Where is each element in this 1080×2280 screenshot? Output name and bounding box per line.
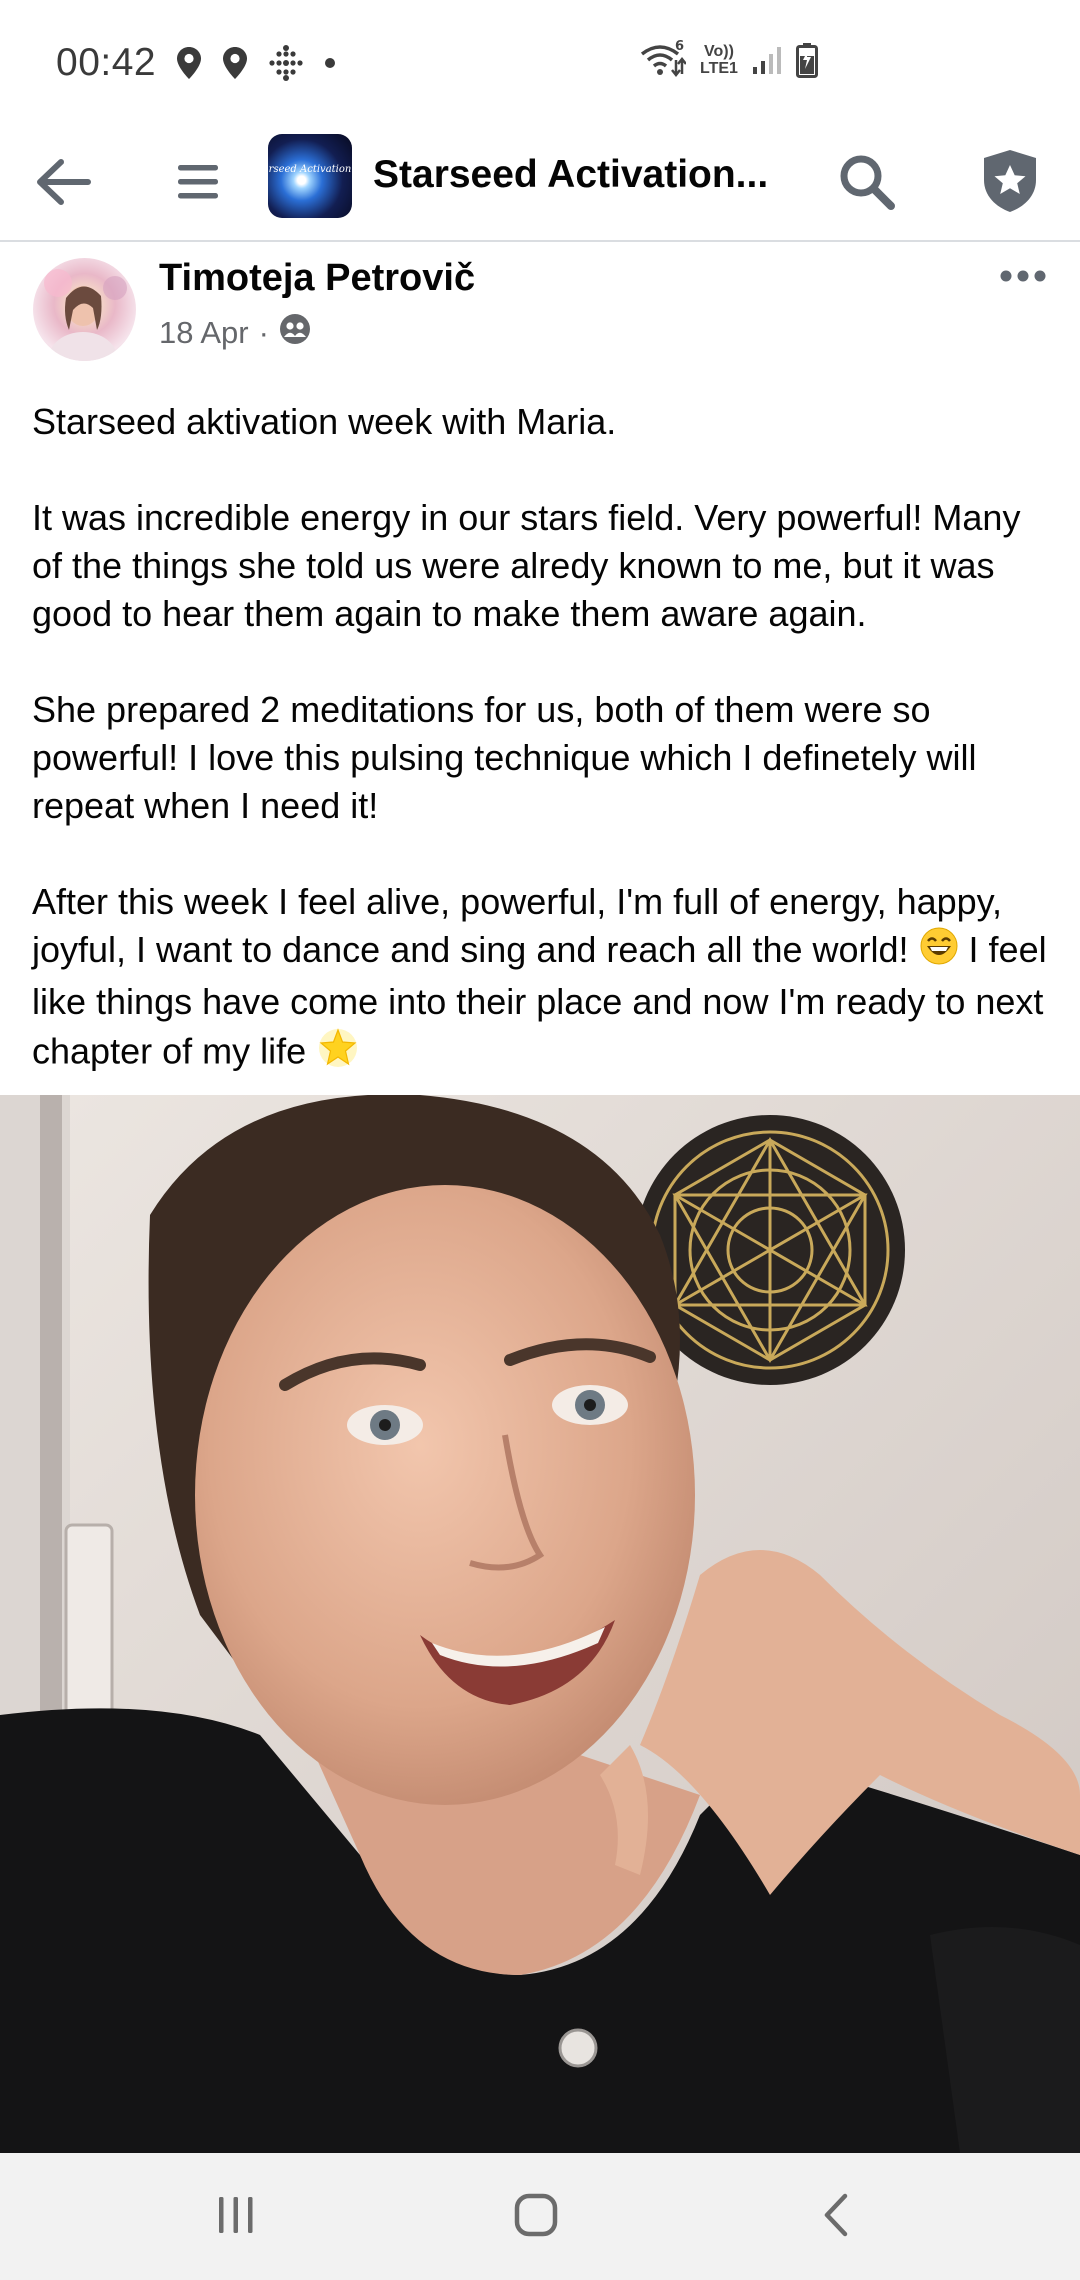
post-text-part: After this week I feel alive, powerful, … bbox=[32, 881, 1002, 970]
status-bar: 00:42 6 Vo)) LTE1 bbox=[0, 0, 1080, 125]
status-time: 00:42 bbox=[56, 40, 157, 84]
back-arrow-icon bbox=[33, 157, 93, 212]
back-button[interactable] bbox=[30, 151, 96, 217]
glowing-star-emoji bbox=[316, 1026, 360, 1082]
recents-icon bbox=[214, 2193, 258, 2242]
post-date[interactable]: 18 Apr bbox=[159, 315, 249, 351]
home-icon bbox=[513, 2192, 559, 2243]
author-name[interactable]: Timoteja Petrovič bbox=[159, 257, 475, 300]
home-button[interactable] bbox=[506, 2187, 566, 2247]
volte-top: Vo)) bbox=[704, 43, 734, 60]
group-members-icon bbox=[279, 313, 311, 353]
system-nav-bar bbox=[0, 2153, 1080, 2280]
wifi-label: 6 bbox=[675, 40, 684, 54]
group-title[interactable]: Starseed Activation... bbox=[373, 153, 768, 197]
selfie-photo[interactable] bbox=[0, 1095, 1080, 2153]
post-meta: 18 Apr · bbox=[159, 313, 311, 353]
volte-icon: Vo)) LTE1 bbox=[700, 43, 738, 77]
screen: 00:42 6 Vo)) LTE1 rseed Activation Stars… bbox=[0, 0, 1080, 2280]
meta-separator: · bbox=[258, 315, 269, 350]
recents-button[interactable] bbox=[206, 2187, 266, 2247]
shield-star-icon bbox=[980, 148, 1040, 219]
hamburger-menu-icon bbox=[176, 162, 220, 207]
status-left: 00:42 bbox=[56, 41, 336, 85]
back-chevron-icon bbox=[819, 2192, 853, 2243]
avatar[interactable] bbox=[33, 258, 136, 361]
post-header: Timoteja Petrovič 18 Apr · bbox=[0, 244, 1080, 384]
volte-bottom: LTE1 bbox=[700, 60, 738, 77]
post-paragraph-last: After this week I feel alive, powerful, … bbox=[32, 878, 1052, 1082]
search-icon bbox=[838, 153, 896, 216]
admin-badge-button[interactable] bbox=[974, 145, 1046, 221]
post-paragraph: She prepared 2 meditations for us, both … bbox=[32, 689, 977, 826]
location-icon bbox=[222, 46, 248, 80]
post-text: Starseed aktivation week with Maria. It … bbox=[32, 398, 1052, 1082]
group-header: rseed Activation Starseed Activation... bbox=[0, 125, 1080, 242]
post-paragraph: Starseed aktivation week with Maria. bbox=[32, 401, 617, 442]
signal-icon bbox=[752, 45, 782, 75]
group-thumbnail-text: rseed Activation bbox=[268, 164, 352, 175]
location-icon bbox=[176, 46, 202, 80]
grinning-face-emoji bbox=[919, 926, 959, 978]
status-right: 6 Vo)) LTE1 bbox=[640, 40, 818, 80]
dot-icon bbox=[324, 57, 336, 69]
group-thumbnail[interactable]: rseed Activation bbox=[268, 134, 352, 218]
post-paragraph: It was incredible energy in our stars fi… bbox=[32, 497, 1021, 634]
battery-icon bbox=[795, 42, 818, 78]
more-options-button[interactable] bbox=[1000, 268, 1046, 289]
activity-dots-icon bbox=[268, 44, 304, 81]
menu-button[interactable] bbox=[170, 151, 226, 217]
search-button[interactable] bbox=[832, 149, 902, 219]
more-horizontal-icon bbox=[1000, 270, 1046, 288]
wifi-icon: 6 bbox=[640, 40, 686, 80]
nav-back-button[interactable] bbox=[806, 2187, 866, 2247]
